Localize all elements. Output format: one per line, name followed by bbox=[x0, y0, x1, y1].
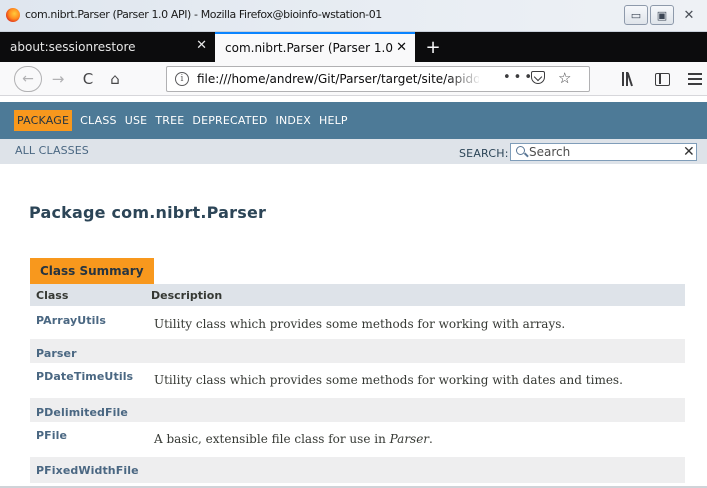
nav-package[interactable]: PACKAGE bbox=[14, 110, 73, 131]
search-icon bbox=[516, 146, 525, 155]
nav-help[interactable]: HELP bbox=[319, 114, 348, 127]
table-row: PFile A basic, extensible file class for… bbox=[30, 422, 685, 457]
search-label: SEARCH: bbox=[459, 147, 509, 160]
reload-button[interactable]: C bbox=[76, 66, 100, 92]
home-button[interactable]: ⌂ bbox=[103, 66, 127, 92]
nav-deprecated[interactable]: DEPRECATED bbox=[192, 114, 267, 127]
table-header-row: Class Description bbox=[30, 284, 685, 306]
table-row: Parser bbox=[30, 339, 685, 363]
class-link[interactable]: PArrayUtils bbox=[36, 314, 106, 327]
class-link[interactable]: Parser bbox=[36, 347, 77, 360]
tab-label: com.nibrt.Parser (Parser 1.0 bbox=[225, 41, 393, 55]
nav-class[interactable]: CLASS bbox=[80, 114, 117, 127]
maximize-button[interactable]: ▣ bbox=[650, 5, 674, 25]
class-description: Utility class which provides some method… bbox=[154, 317, 566, 331]
class-link[interactable]: PDelimitedFile bbox=[36, 406, 128, 419]
firefox-logo-icon bbox=[6, 8, 20, 22]
tab-close-icon[interactable]: ✕ bbox=[396, 40, 407, 56]
info-icon[interactable]: i bbox=[175, 72, 189, 86]
page-content: PACKAGE CLASS USE TREE DEPRECATED INDEX … bbox=[0, 96, 707, 488]
url-fade bbox=[447, 67, 481, 91]
class-link[interactable]: PFixedWidthFile bbox=[36, 464, 139, 477]
tab-parser-api[interactable]: com.nibrt.Parser (Parser 1.0 ✕ bbox=[215, 32, 415, 62]
nav-tree[interactable]: TREE bbox=[155, 114, 184, 127]
navigation-toolbar: ← → C ⌂ i file:///home/andrew/Git/Parser… bbox=[0, 62, 707, 96]
search-input[interactable] bbox=[529, 144, 679, 160]
forward-button[interactable]: → bbox=[46, 66, 70, 92]
nav-index[interactable]: INDEX bbox=[276, 114, 311, 127]
class-description: A basic, extensible file class for use i… bbox=[154, 432, 433, 446]
class-link[interactable]: PDateTimeUtils bbox=[36, 370, 133, 383]
bookmark-star-icon[interactable]: ☆ bbox=[558, 69, 571, 87]
description-column-header: Description bbox=[151, 289, 223, 302]
table-row: PDelimitedFile bbox=[30, 398, 685, 422]
url-text[interactable]: file:///home/andrew/Git/Parser/target/si… bbox=[197, 72, 479, 86]
url-bar[interactable]: i file:///home/andrew/Git/Parser/target/… bbox=[166, 66, 590, 92]
tab-sessionrestore[interactable]: about:sessionrestore ✕ bbox=[0, 32, 215, 62]
class-summary-caption: Class Summary bbox=[30, 258, 154, 284]
javadoc-sub-nav: ALL CLASSES SEARCH: ✕ bbox=[0, 139, 707, 164]
back-button[interactable]: ← bbox=[14, 66, 42, 92]
search-reset-icon[interactable]: ✕ bbox=[683, 144, 695, 160]
new-tab-button[interactable]: + bbox=[422, 36, 444, 58]
table-row: PDateTimeUtils Utility class which provi… bbox=[30, 363, 685, 398]
sidebar-icon[interactable] bbox=[655, 73, 670, 86]
window-titlebar: com.nibrt.Parser (Parser 1.0 API) - Mozi… bbox=[0, 0, 707, 32]
class-summary-table: Class Description PArrayUtils Utility cl… bbox=[30, 284, 685, 483]
class-link[interactable]: PFile bbox=[36, 429, 67, 442]
search-box[interactable]: ✕ bbox=[510, 143, 697, 161]
pocket-icon[interactable] bbox=[531, 71, 545, 84]
class-column-header: Class bbox=[36, 289, 69, 302]
tab-strip: about:sessionrestore ✕ com.nibrt.Parser … bbox=[0, 32, 707, 62]
table-row: PArrayUtils Utility class which provides… bbox=[30, 306, 685, 339]
table-row: PFixedWidthFile bbox=[30, 457, 685, 483]
minimize-button[interactable]: ▭ bbox=[624, 5, 648, 25]
class-description: Utility class which provides some method… bbox=[154, 373, 623, 387]
window-close-button[interactable]: ✕ bbox=[676, 5, 702, 25]
library-icon[interactable] bbox=[622, 72, 638, 87]
window-title: com.nibrt.Parser (Parser 1.0 API) - Mozi… bbox=[25, 8, 382, 21]
nav-use[interactable]: USE bbox=[125, 114, 148, 127]
tab-close-icon[interactable]: ✕ bbox=[196, 38, 207, 54]
tab-label: about:sessionrestore bbox=[10, 40, 136, 54]
javadoc-top-nav: PACKAGE CLASS USE TREE DEPRECATED INDEX … bbox=[0, 102, 707, 139]
page-title: Package com.nibrt.Parser bbox=[29, 203, 267, 222]
hamburger-menu-icon[interactable] bbox=[688, 73, 702, 85]
all-classes-link[interactable]: ALL CLASSES bbox=[15, 144, 89, 157]
